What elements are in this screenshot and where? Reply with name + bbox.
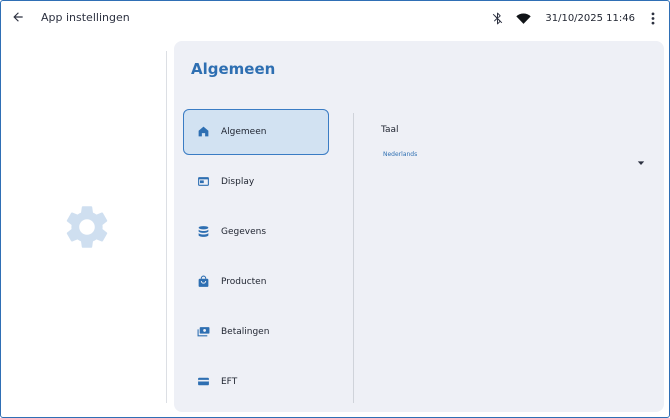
settings-gear-icon <box>61 201 113 253</box>
settings-nav: Algemeen Display Gegevens Producten Beta… <box>183 109 329 409</box>
settings-panel: Algemeen Algemeen Display Gegevens Produ… <box>174 41 664 412</box>
language-label: Taal <box>381 125 399 135</box>
home-icon <box>196 124 210 138</box>
back-arrow-icon[interactable] <box>10 9 26 25</box>
display-icon <box>196 174 210 188</box>
bluetooth-off-icon[interactable] <box>489 10 505 26</box>
nav-item-algemeen[interactable]: Algemeen <box>183 109 329 155</box>
top-bar: App instellingen 31/10/2025 11:46 <box>1 1 669 37</box>
payments-icon <box>196 324 210 338</box>
language-select-value: Nederlands <box>383 151 418 158</box>
nav-item-eft[interactable]: EFT <box>183 359 329 405</box>
nav-item-label: EFT <box>221 377 238 387</box>
status-area: 31/10/2025 11:46 <box>489 10 661 26</box>
app-title: App instellingen <box>41 11 130 24</box>
database-icon <box>196 224 210 238</box>
more-vert-icon[interactable] <box>645 10 661 26</box>
datetime: 31/10/2025 11:46 <box>545 12 635 24</box>
nav-item-label: Betalingen <box>221 327 270 337</box>
card-icon <box>196 374 210 388</box>
wifi-icon[interactable] <box>515 10 531 26</box>
nav-item-label: Producten <box>221 277 267 287</box>
left-divider <box>166 51 167 403</box>
left-area <box>1 37 167 417</box>
caret-down-icon <box>637 152 645 165</box>
settings-content: Taal Nederlands <box>381 125 645 165</box>
nav-item-label: Algemeen <box>221 127 267 137</box>
nav-item-betalingen[interactable]: Betalingen <box>183 309 329 355</box>
nav-item-gegevens[interactable]: Gegevens <box>183 209 329 255</box>
shopping-bag-icon <box>196 274 210 288</box>
nav-item-display[interactable]: Display <box>183 159 329 205</box>
panel-title: Algemeen <box>191 60 276 78</box>
panel-divider <box>353 113 354 403</box>
nav-item-producten[interactable]: Producten <box>183 259 329 305</box>
nav-item-label: Display <box>221 177 255 187</box>
language-select[interactable]: Nederlands <box>381 149 645 165</box>
nav-item-label: Gegevens <box>221 227 267 237</box>
app-window: App instellingen 31/10/2025 11:46 Algeme… <box>0 0 670 418</box>
